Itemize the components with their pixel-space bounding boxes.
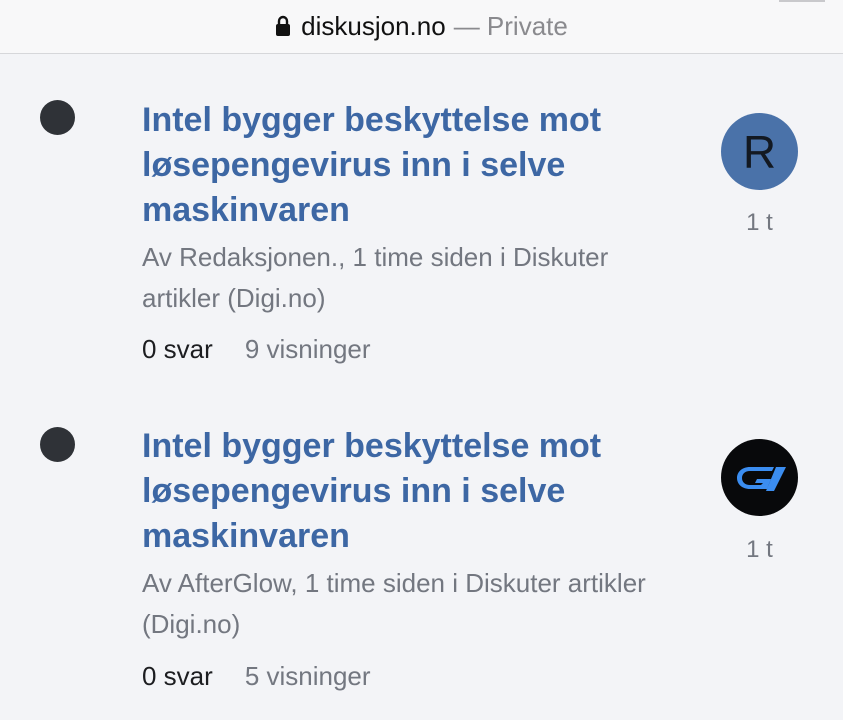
view-count: 5 visninger (244, 661, 371, 691)
unread-dot-icon (40, 100, 75, 135)
avatar-letter: R (742, 125, 777, 178)
reply-count: 0 svar (142, 661, 213, 691)
topic-title-link[interactable]: Intel bygger beskyttelse mot løsepengevi… (142, 424, 662, 559)
lock-icon (276, 15, 291, 36)
topic-age: 1 t (746, 536, 773, 563)
topic-age: 1 t (746, 209, 773, 236)
avatar[interactable]: R (721, 113, 798, 190)
avatar[interactable] (721, 439, 798, 516)
topic-title-link[interactable]: Intel bygger beskyttelse mot løsepengevi… (142, 98, 662, 233)
reply-count: 0 svar (142, 334, 213, 364)
view-count: 9 visninger (244, 334, 371, 364)
toolbar-edge (779, 0, 825, 2)
topic-meta: Av AfterGlow, 1 time siden i Diskuter ar… (142, 568, 646, 639)
unread-dot-icon (40, 427, 75, 462)
g-logo-icon (736, 466, 786, 491)
address-bar[interactable]: diskusjon.no — Private (0, 0, 843, 54)
url-domain: diskusjon.no (301, 11, 446, 41)
topic-stats: 0 svar 5 visninger (142, 661, 371, 691)
topic-stats: 0 svar 9 visninger (142, 334, 371, 364)
privacy-label: — Private (453, 11, 568, 41)
topic-meta: Av Redaksjonen., 1 time siden i Diskuter… (142, 242, 609, 313)
